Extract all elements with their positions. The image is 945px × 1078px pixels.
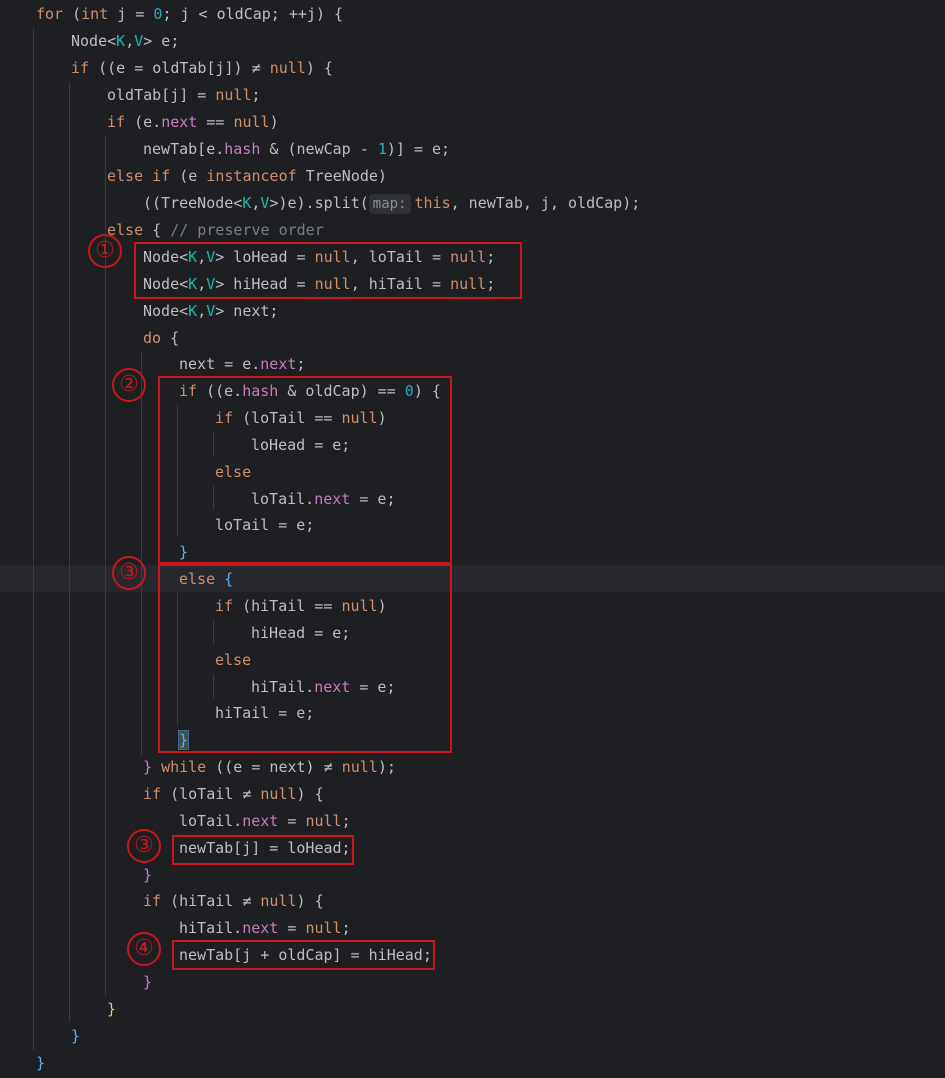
code-line[interactable]: if (loTail ≠ null) { [0, 781, 945, 808]
code-line[interactable]: Node<K,V> next; [0, 298, 945, 325]
annotation-number-3b: ③ [127, 829, 161, 863]
code-line[interactable]: loHead = e; [0, 432, 945, 459]
code-line[interactable]: if ((e = oldTab[j]) ≠ null) { [0, 55, 945, 82]
code-line[interactable]: oldTab[j] = null; [0, 82, 945, 109]
code-line[interactable]: hiTail.next = e; [0, 674, 945, 701]
annotation-box-1 [134, 242, 522, 299]
annotation-box-2 [158, 376, 452, 564]
code-line[interactable]: hiTail = e; [0, 700, 945, 727]
parameter-hint: map: [368, 194, 411, 214]
code-line[interactable]: else [0, 647, 945, 674]
annotation-number-4: ④ [127, 932, 161, 966]
code-line[interactable]: else if (e instanceof TreeNode) [0, 163, 945, 190]
code-line[interactable]: if (hiTail ≠ null) { [0, 888, 945, 915]
code-line[interactable]: else { // preserve order [0, 217, 945, 244]
annotation-number-2: ② [112, 368, 146, 402]
code-line[interactable]: } while ((e = next) ≠ null); [0, 754, 945, 781]
annotation-box-4 [172, 940, 435, 970]
code-line[interactable]: if (hiTail == null) [0, 593, 945, 620]
code-line[interactable]: } [0, 996, 945, 1023]
code-line[interactable]: } [0, 1023, 945, 1050]
annotation-box-3 [158, 564, 452, 753]
code-line[interactable]: } [0, 969, 945, 996]
code-line[interactable]: if (e.next == null) [0, 109, 945, 136]
code-line[interactable]: ((TreeNode<K,V>)e).split(map: this, newTa… [0, 190, 945, 217]
code-editor[interactable]: for (int j = 0; j < oldCap; ++j) { Node<… [0, 0, 945, 1078]
code-line[interactable]: Node<K,V> e; [0, 28, 945, 55]
code-line[interactable]: } [0, 1050, 945, 1077]
code-line[interactable]: } [0, 727, 945, 754]
annotation-number-3: ③ [112, 556, 146, 590]
annotation-number-1: ① [88, 234, 122, 268]
annotation-box-3b [172, 835, 354, 865]
code-line[interactable]: loTail.next = e; [0, 486, 945, 513]
code-line[interactable]: hiHead = e; [0, 620, 945, 647]
code-line[interactable]: do { [0, 325, 945, 352]
code-line[interactable]: loTail = e; [0, 512, 945, 539]
code-line[interactable]: else [0, 459, 945, 486]
code-line[interactable]: } [0, 862, 945, 889]
code-line[interactable]: if (loTail == null) [0, 405, 945, 432]
code-line[interactable]: newTab[e.hash & (newCap - 1)] = e; [0, 136, 945, 163]
code-line[interactable]: for (int j = 0; j < oldCap; ++j) { [0, 1, 945, 28]
